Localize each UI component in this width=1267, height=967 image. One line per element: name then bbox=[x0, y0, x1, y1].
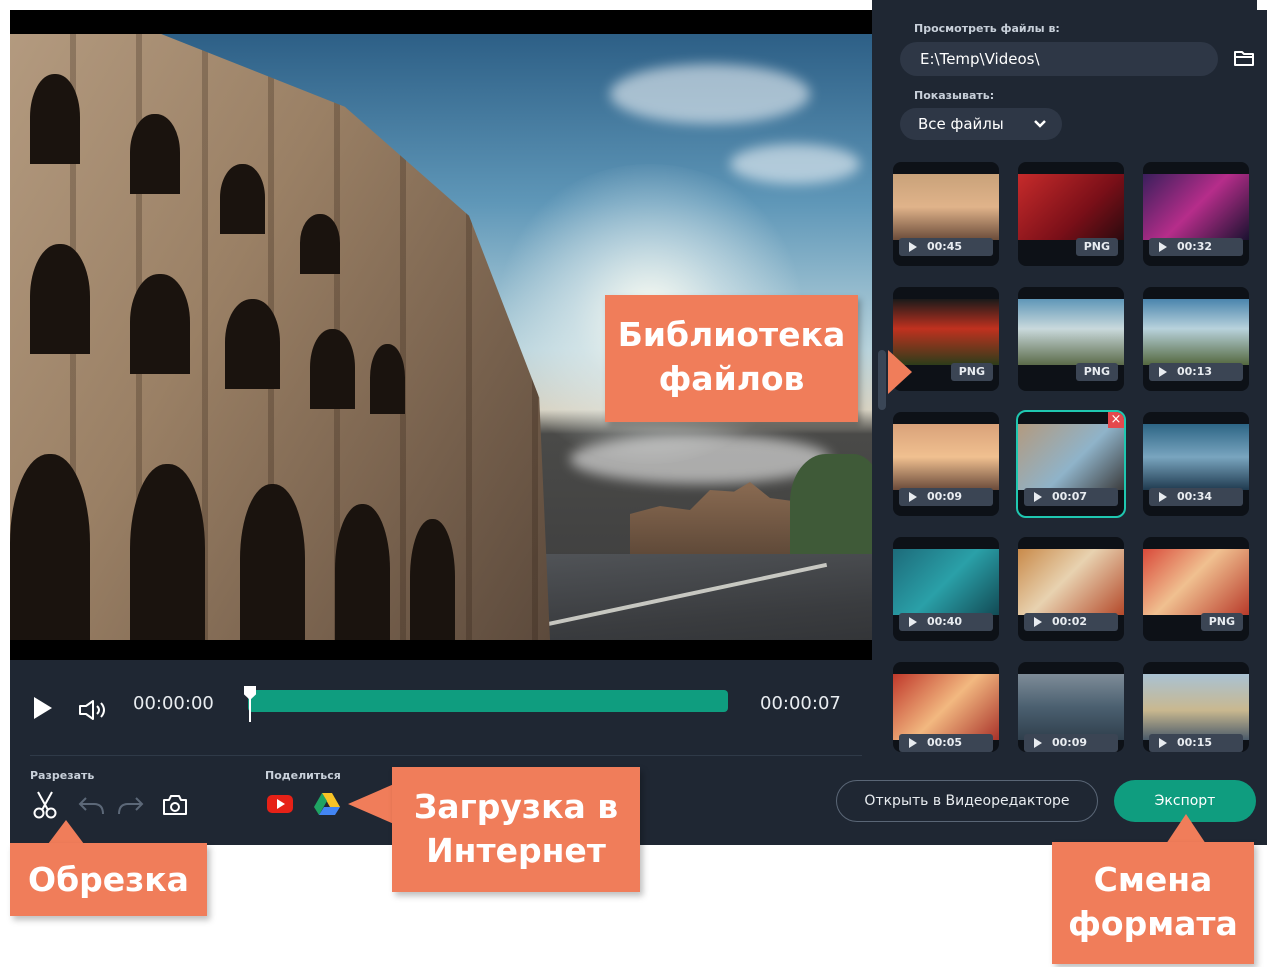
format-callout-arrow bbox=[1166, 814, 1206, 844]
arch bbox=[410, 519, 455, 640]
arch bbox=[130, 464, 205, 640]
arch bbox=[10, 454, 90, 640]
youtube-icon[interactable] bbox=[266, 794, 294, 818]
trim-callout: Обрезка bbox=[10, 843, 207, 916]
library-thumbnail[interactable]: 00:34 bbox=[1143, 412, 1249, 516]
library-callout-text: Библиотека файлов bbox=[617, 315, 846, 398]
arch bbox=[30, 74, 80, 164]
duration-badge: PNG bbox=[1200, 613, 1243, 631]
current-time: 00:00:00 bbox=[133, 693, 214, 714]
play-icon bbox=[1159, 367, 1167, 377]
thumbnail-image bbox=[1018, 549, 1124, 615]
library-thumbnail[interactable]: 00:02 bbox=[1018, 537, 1124, 641]
thumbnail-image bbox=[1018, 424, 1124, 490]
duration-badge: PNG bbox=[1075, 238, 1118, 256]
play-icon bbox=[909, 738, 917, 748]
library-thumbnail[interactable]: 00:05 bbox=[893, 662, 999, 752]
divider bbox=[30, 755, 862, 756]
format-callout-text: Смена формата bbox=[1068, 860, 1238, 943]
thumbnail-image bbox=[893, 549, 999, 615]
library-thumbnail[interactable]: 00:32 bbox=[1143, 162, 1249, 266]
play-icon bbox=[1034, 738, 1042, 748]
file-filter-value: Все файлы bbox=[918, 115, 1004, 133]
library-callout: Библиотека файлов bbox=[605, 295, 858, 422]
upload-callout-arrow bbox=[348, 784, 394, 824]
library-thumbnail[interactable]: PNG bbox=[1143, 537, 1249, 641]
library-thumbnail[interactable]: 00:09 bbox=[893, 412, 999, 516]
library-thumbnail[interactable]: 00:15 bbox=[1143, 662, 1249, 752]
play-icon bbox=[909, 492, 917, 502]
arch bbox=[370, 344, 405, 414]
volume-icon[interactable] bbox=[78, 699, 108, 725]
cloud bbox=[730, 144, 860, 184]
library-thumbnail[interactable]: 00:45 bbox=[893, 162, 999, 266]
trim-callout-arrow bbox=[48, 820, 84, 844]
play-icon bbox=[1034, 492, 1042, 502]
folder-path-field[interactable]: E:\Temp\Videos\ bbox=[900, 42, 1218, 76]
thumbnail-image bbox=[1143, 174, 1249, 240]
folder-icon[interactable] bbox=[1234, 50, 1254, 70]
redo-icon[interactable] bbox=[116, 795, 144, 819]
library-scrollbar[interactable] bbox=[878, 350, 886, 410]
thumbnail-image bbox=[1018, 174, 1124, 240]
duration-badge: PNG bbox=[950, 363, 993, 381]
file-filter-select[interactable]: Все файлы bbox=[900, 108, 1062, 140]
browse-label: Просмотреть файлы в: bbox=[914, 22, 1060, 35]
format-callout: Смена формата bbox=[1052, 842, 1254, 964]
play-icon[interactable] bbox=[32, 696, 54, 724]
trim-callout-text: Обрезка bbox=[28, 860, 189, 899]
cut-label: Разрезать bbox=[30, 769, 95, 782]
total-time: 00:00:07 bbox=[760, 693, 841, 714]
upload-callout-text: Загрузка в Интернет bbox=[413, 787, 619, 870]
undo-icon[interactable] bbox=[78, 795, 106, 819]
cloud bbox=[570, 434, 830, 484]
library-thumbnail[interactable]: 00:40 bbox=[893, 537, 999, 641]
thumbnail-image bbox=[1143, 674, 1249, 740]
library-thumbnail[interactable]: 00:13 bbox=[1143, 287, 1249, 391]
thumbnail-image bbox=[893, 424, 999, 490]
arch bbox=[225, 299, 280, 389]
play-icon bbox=[909, 242, 917, 252]
thumbnail-image bbox=[1018, 674, 1124, 740]
library-thumbnail[interactable]: PNG bbox=[1018, 287, 1124, 391]
arch bbox=[130, 114, 180, 194]
arch bbox=[30, 244, 90, 354]
upload-callout: Загрузка в Интернет bbox=[392, 767, 640, 892]
arch bbox=[240, 484, 305, 640]
arch bbox=[300, 214, 340, 274]
cloud bbox=[610, 64, 810, 124]
thumbnail-image bbox=[1143, 549, 1249, 615]
google-drive-icon[interactable] bbox=[313, 792, 341, 820]
library-thumbnail[interactable]: 00:09 bbox=[1018, 662, 1124, 752]
thumbnail-image bbox=[1018, 299, 1124, 365]
arch bbox=[310, 329, 355, 409]
library-thumbnail[interactable]: PNG bbox=[1018, 162, 1124, 266]
thumbnail-image bbox=[893, 674, 999, 740]
timeline-track[interactable] bbox=[248, 690, 728, 712]
scissors-icon[interactable] bbox=[32, 790, 60, 824]
library-thumbnail[interactable]: 00:07 × bbox=[1016, 410, 1126, 518]
play-icon bbox=[1034, 617, 1042, 627]
colosseum bbox=[10, 34, 550, 640]
arch bbox=[220, 164, 265, 234]
library-callout-arrow bbox=[888, 350, 912, 394]
duration-badge: PNG bbox=[1075, 363, 1118, 381]
play-icon bbox=[1159, 242, 1167, 252]
open-in-editor-button[interactable]: Открыть в Видеоредакторе bbox=[836, 780, 1098, 822]
thumbnail-image bbox=[1143, 299, 1249, 365]
show-label: Показывать: bbox=[914, 89, 995, 102]
thumbnail-image bbox=[1143, 424, 1249, 490]
arch bbox=[335, 504, 390, 640]
play-icon bbox=[1159, 738, 1167, 748]
chevron-down-icon bbox=[1034, 108, 1046, 140]
camera-icon[interactable] bbox=[162, 794, 188, 820]
play-icon bbox=[909, 617, 917, 627]
arch bbox=[130, 274, 190, 374]
share-label: Поделиться bbox=[265, 769, 341, 782]
thumbnail-image bbox=[893, 174, 999, 240]
remove-icon[interactable]: × bbox=[1108, 412, 1124, 428]
play-icon bbox=[1159, 492, 1167, 502]
